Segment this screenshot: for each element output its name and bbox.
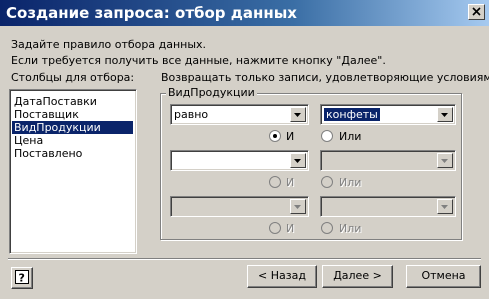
svg-text:?: ? — [19, 272, 25, 285]
instruction-line-2: Если требуется получить все данные, нажм… — [11, 54, 386, 67]
columns-listbox[interactable]: ДатаПоставки Поставщик ВидПродукции Цена… — [9, 89, 137, 254]
value-dropdown-button-2 — [437, 153, 453, 168]
dropdown-arrow-icon — [294, 159, 301, 163]
or-label-2: Или — [339, 176, 362, 189]
dropdown-arrow-icon — [441, 113, 448, 117]
title-bar[interactable]: Создание запроса: отбор данных — [0, 0, 489, 26]
cancel-button[interactable]: Отмена — [406, 265, 481, 288]
value-select-1[interactable]: конфеты — [320, 104, 456, 125]
conditions-label: Возвращать только записи, удовлетворяющи… — [161, 71, 489, 84]
value-dropdown-button-1[interactable] — [437, 107, 453, 122]
value-select-2 — [320, 150, 456, 171]
and-radio-3 — [269, 222, 281, 234]
or-radio-2 — [321, 176, 333, 188]
back-button[interactable]: < Назад — [247, 265, 317, 288]
window-title: Создание запроса: отбор данных — [6, 4, 297, 22]
and-label-2: И — [286, 176, 295, 189]
operator-select-2[interactable] — [170, 150, 309, 171]
and-radio-1[interactable] — [269, 130, 281, 142]
operator-dropdown-button-1[interactable] — [290, 107, 306, 122]
instruction-line-1: Задайте правило отбора данных. — [11, 38, 207, 51]
or-radio-3 — [321, 222, 333, 234]
operator-dropdown-button-3 — [290, 199, 306, 214]
list-item[interactable]: Поставлено — [12, 147, 82, 160]
next-button[interactable]: Далее > — [322, 265, 393, 288]
list-item[interactable]: Поставщик — [12, 108, 79, 121]
columns-label: Столбцы для отбора: — [11, 71, 135, 84]
dropdown-arrow-icon — [294, 205, 301, 209]
and-radio-2 — [269, 176, 281, 188]
list-item[interactable]: ДатаПоставки — [12, 95, 97, 108]
footer-separator — [8, 258, 481, 260]
or-label-3: Или — [339, 222, 362, 235]
dropdown-arrow-icon — [294, 113, 301, 117]
or-radio-1[interactable] — [321, 130, 333, 142]
dropdown-arrow-icon — [441, 205, 448, 209]
operator-select-1[interactable]: равно — [170, 104, 309, 125]
conditions-group-title: ВидПродукции — [166, 86, 257, 99]
help-icon: ? — [15, 270, 29, 285]
and-label-1: И — [286, 130, 295, 143]
list-item-selected[interactable]: ВидПродукции — [12, 121, 133, 134]
dropdown-arrow-icon — [441, 159, 448, 163]
close-icon — [472, 7, 481, 16]
query-wizard-dialog: Создание запроса: отбор данных Задайте п… — [0, 0, 489, 299]
operator-value-1: равно — [174, 108, 209, 121]
list-item[interactable]: Цена — [12, 134, 43, 147]
operator-dropdown-button-2[interactable] — [290, 153, 306, 168]
value-value-1: конфеты — [324, 108, 380, 121]
help-button[interactable]: ? — [11, 267, 33, 289]
value-select-3 — [320, 196, 456, 217]
operator-select-3 — [170, 196, 309, 217]
or-label-1: Или — [339, 130, 362, 143]
and-label-3: И — [286, 222, 295, 235]
value-dropdown-button-3 — [437, 199, 453, 214]
close-button[interactable] — [468, 4, 485, 20]
